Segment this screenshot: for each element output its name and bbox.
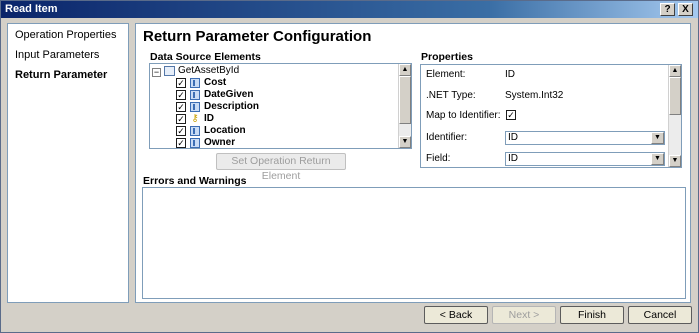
checkbox-owner[interactable]: ✓	[176, 138, 186, 148]
object-icon	[164, 66, 175, 76]
map-to-identifier-checkbox[interactable]: ✓	[506, 110, 516, 120]
field-label: Field:	[426, 153, 451, 164]
identifier-value: ID	[508, 132, 518, 143]
tree-scrollbar[interactable]: ▲ ▼	[398, 64, 411, 148]
tree-label-description: Description	[204, 101, 260, 112]
help-button[interactable]: ?	[660, 3, 675, 16]
field-value: ID	[508, 153, 518, 164]
scroll-down-icon[interactable]: ▼	[399, 136, 411, 148]
tree-row-owner[interactable]: ✓ Owner	[176, 137, 396, 148]
content-panel: Return Parameter Configuration Data Sour…	[135, 23, 691, 303]
tree-root-label: GetAssetById	[178, 65, 240, 76]
properties-panel: Element: ID .NET Type: System.Int32 Map …	[420, 64, 682, 168]
set-operation-return-element-button[interactable]: Set Operation Return Element	[216, 153, 346, 182]
identifier-label: Identifier:	[426, 132, 468, 143]
errors-warnings-box	[142, 187, 686, 299]
chevron-down-icon[interactable]: ▼	[651, 132, 664, 144]
net-type-label: .NET Type:	[426, 90, 476, 101]
checkbox-description[interactable]: ✓	[176, 102, 186, 112]
tree-row-cost[interactable]: ✓ Cost	[176, 77, 396, 89]
element-value: ID	[505, 69, 515, 80]
tree-label-owner: Owner	[204, 137, 236, 148]
net-type-value: System.Int32	[505, 90, 564, 101]
wizard-nav: Operation Properties Input Parameters Re…	[7, 23, 129, 303]
element-label: Element:	[426, 69, 466, 80]
errors-warnings-label: Errors and Warnings	[143, 175, 247, 187]
map-to-identifier-label: Map to Identifier:	[426, 110, 501, 121]
nav-item-operation-properties[interactable]: Operation Properties	[15, 29, 117, 41]
properties-scrollbar[interactable]: ▲ ▼	[668, 65, 681, 167]
close-button[interactable]: X	[678, 3, 693, 16]
data-source-tree[interactable]: − GetAssetById ✓ Cost ✓ DateGiven ✓ Desc…	[149, 63, 412, 149]
collapse-icon[interactable]: −	[152, 68, 161, 77]
next-button[interactable]: Next >	[492, 306, 556, 324]
tree-label-location: Location	[204, 125, 246, 136]
scroll-thumb[interactable]	[399, 76, 411, 124]
identifier-dropdown[interactable]: ID ▼	[505, 131, 665, 145]
nav-item-return-parameter[interactable]: Return Parameter	[15, 69, 107, 81]
page-title: Return Parameter Configuration	[143, 28, 372, 45]
key-icon: ⚷	[191, 113, 199, 124]
scroll-down-icon[interactable]: ▼	[669, 155, 681, 167]
checkbox-location[interactable]: ✓	[176, 126, 186, 136]
field-icon	[190, 126, 200, 136]
tree-label-dategiven: DateGiven	[204, 89, 254, 100]
finish-button[interactable]: Finish	[560, 306, 624, 324]
tree-root-row[interactable]: − GetAssetById	[150, 65, 400, 77]
properties-label: Properties	[421, 51, 473, 63]
nav-item-input-parameters[interactable]: Input Parameters	[15, 49, 99, 61]
scroll-thumb[interactable]	[669, 77, 681, 115]
checkbox-id[interactable]: ✓	[176, 114, 186, 124]
field-dropdown[interactable]: ID ▼	[505, 152, 665, 166]
tree-label-id: ID	[204, 113, 214, 124]
scroll-up-icon[interactable]: ▲	[669, 65, 681, 77]
tree-row-location[interactable]: ✓ Location	[176, 125, 396, 137]
scroll-up-icon[interactable]: ▲	[399, 64, 411, 76]
tree-row-dategiven[interactable]: ✓ DateGiven	[176, 89, 396, 101]
tree-label-cost: Cost	[204, 77, 227, 88]
field-icon	[190, 102, 200, 112]
tree-row-id[interactable]: ✓ ⚷ ID	[176, 113, 396, 125]
back-button[interactable]: < Back	[424, 306, 488, 324]
field-icon	[190, 90, 200, 100]
window-title: Read Item	[5, 3, 58, 15]
tree-row-description[interactable]: ✓ Description	[176, 101, 396, 113]
checkbox-cost[interactable]: ✓	[176, 78, 186, 88]
read-item-dialog: Read Item ? X Operation Properties Input…	[0, 0, 699, 333]
checkbox-dategiven[interactable]: ✓	[176, 90, 186, 100]
data-source-label: Data Source Elements	[150, 51, 261, 63]
chevron-down-icon[interactable]: ▼	[651, 153, 664, 165]
cancel-button[interactable]: Cancel	[628, 306, 692, 324]
title-bar: Read Item ? X	[1, 1, 698, 18]
field-icon	[190, 138, 200, 148]
field-icon	[190, 78, 200, 88]
